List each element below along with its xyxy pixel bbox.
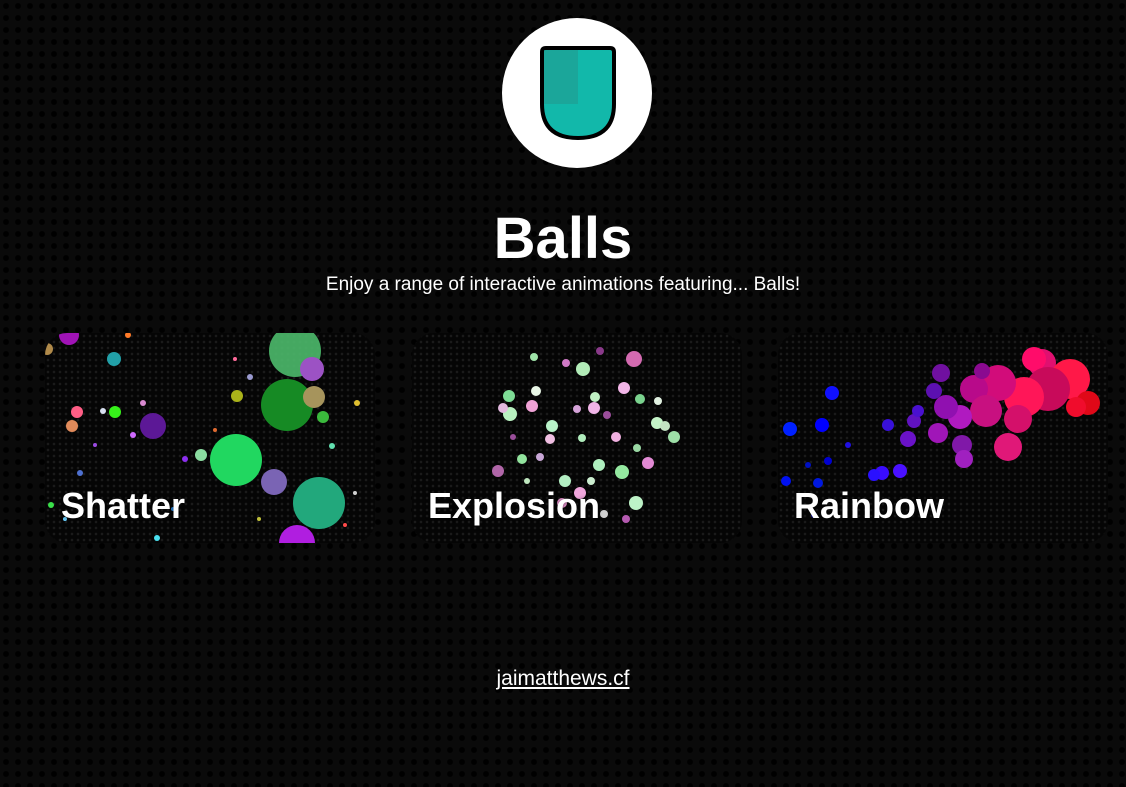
card-rainbow[interactable]: Rainbow xyxy=(778,333,1108,543)
footer-link[interactable]: jaimatthews.cf xyxy=(496,667,629,690)
card-label-rainbow: Rainbow xyxy=(794,485,944,526)
logo xyxy=(502,18,652,168)
card-label-shatter: Shatter xyxy=(61,485,186,526)
page-title: Balls xyxy=(493,206,633,271)
card-explosion[interactable]: Explosion xyxy=(412,333,742,543)
page-subtitle: Enjoy a range of interactive animations … xyxy=(325,274,801,295)
card-label-explosion: Explosion xyxy=(428,485,601,526)
footer: jaimatthews.cf xyxy=(0,667,1126,691)
card-shatter[interactable]: Shatter xyxy=(45,333,375,543)
shield-icon xyxy=(540,46,616,141)
